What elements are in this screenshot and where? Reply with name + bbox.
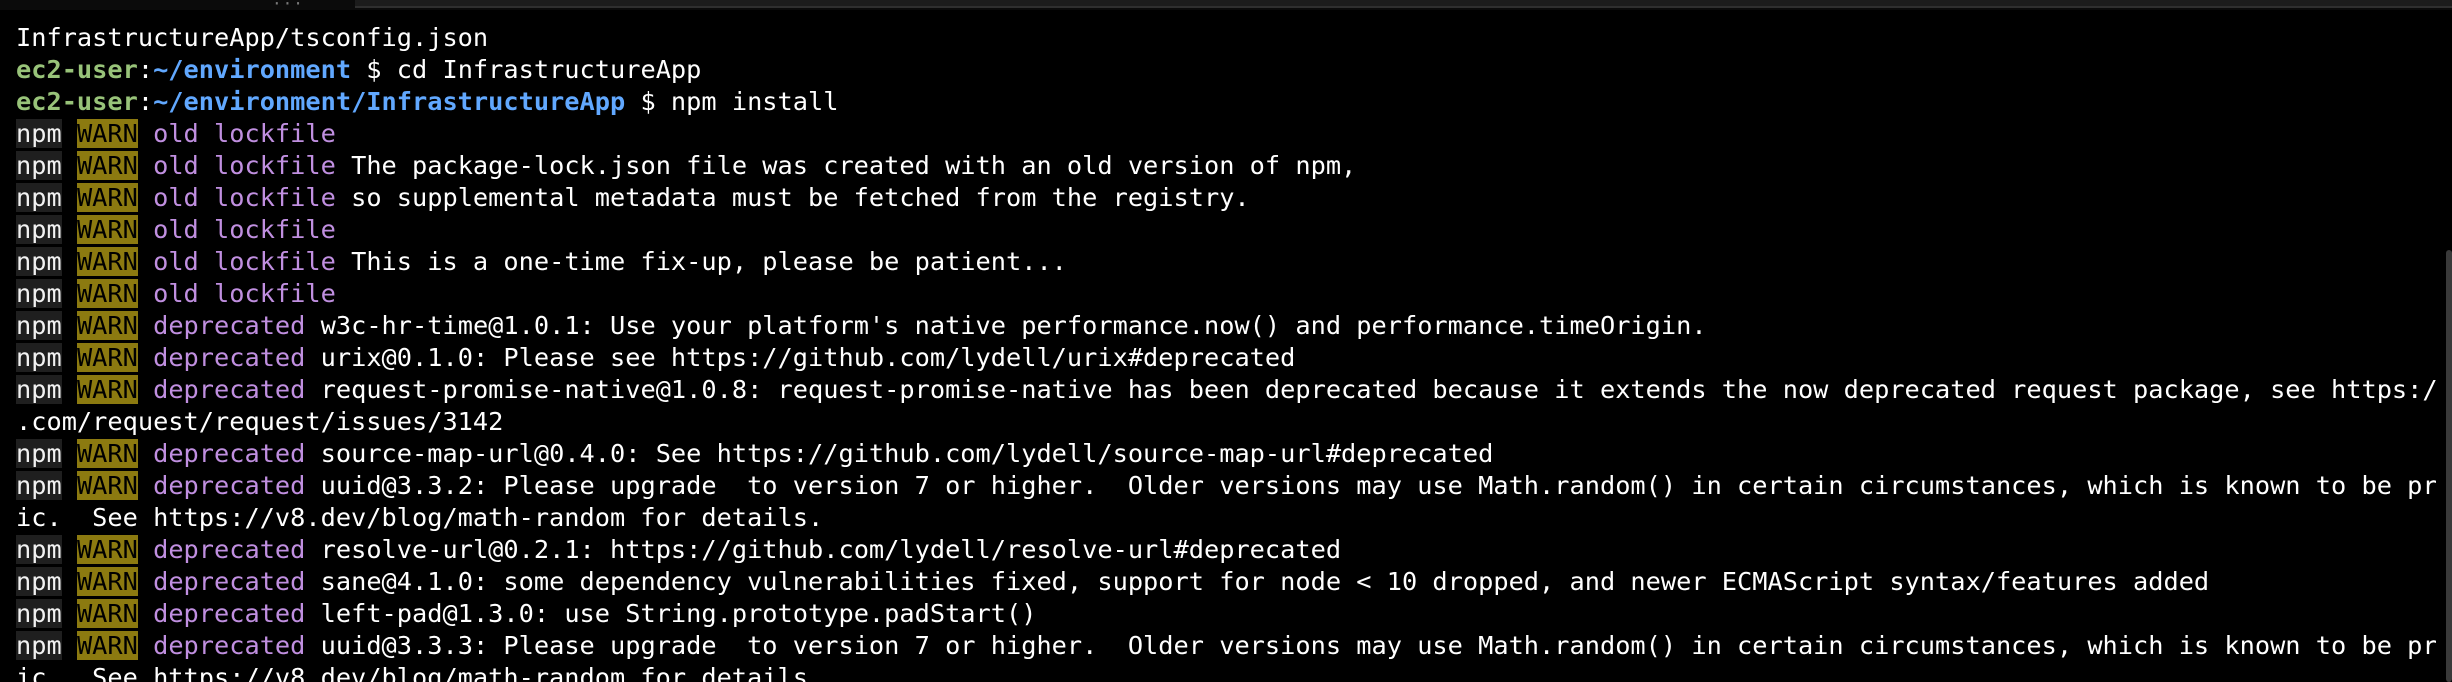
warn-badge: WARN xyxy=(76,631,138,660)
npm-warn-message: uuid@3.3.2: Please upgrade to version 7 … xyxy=(320,471,2436,500)
prompt-user: ec2-user xyxy=(16,87,138,116)
output-text: .com/request/request/issues/3142 xyxy=(16,407,504,436)
npm-warn-message: uuid@3.3.3: Please upgrade to version 7 … xyxy=(320,631,2436,660)
prompt-separator: : xyxy=(137,87,154,116)
terminal-line: npm WARN old lockfile so supplemental me… xyxy=(16,182,2436,214)
terminal-line: npm WARN deprecated source-map-url@0.4.0… xyxy=(16,438,2436,470)
terminal-line: npm WARN deprecated sane@4.1.0: some dep… xyxy=(16,566,2436,598)
npm-warn-message: sane@4.1.0: some dependency vulnerabilit… xyxy=(320,567,2210,596)
npm-warn-tag: deprecated xyxy=(153,599,306,628)
npm-warn-tag: deprecated xyxy=(153,343,306,372)
warn-badge: WARN xyxy=(76,215,138,244)
terminal-line: npm WARN deprecated left-pad@1.3.0: use … xyxy=(16,598,2436,630)
terminal-top-strip: ··· xyxy=(0,0,2452,13)
npm-prefix: npm xyxy=(16,439,62,468)
npm-warn-tag: old lockfile xyxy=(153,183,336,212)
npm-prefix: npm xyxy=(16,535,62,564)
npm-warn-message: so supplemental metadata must be fetched… xyxy=(351,183,1250,212)
output-text: ic. See https://v8.dev/blog/math-random … xyxy=(16,663,824,682)
npm-warn-tag: deprecated xyxy=(153,311,306,340)
warn-badge: WARN xyxy=(76,439,138,468)
npm-prefix: npm xyxy=(16,119,62,148)
npm-warn-tag: deprecated xyxy=(153,535,306,564)
npm-warn-message: resolve-url@0.2.1: https://github.com/ly… xyxy=(320,535,1342,564)
warn-badge: WARN xyxy=(76,151,138,180)
npm-warn-message: left-pad@1.3.0: use String.prototype.pad… xyxy=(320,599,1037,628)
output-text: InfrastructureApp/tsconfig.json xyxy=(16,23,489,52)
terminal-line: ic. See https://v8.dev/blog/math-random … xyxy=(16,502,2436,534)
warn-badge: WARN xyxy=(76,599,138,628)
terminal-line: npm WARN old lockfile xyxy=(16,278,2436,310)
warn-badge: WARN xyxy=(76,567,138,596)
warn-badge: WARN xyxy=(76,535,138,564)
prompt-symbol: $ xyxy=(351,55,397,84)
terminal-output[interactable]: InfrastructureApp/tsconfig.json ec2-user:… xyxy=(16,22,2436,682)
npm-prefix: npm xyxy=(16,567,62,596)
warn-badge: WARN xyxy=(76,375,138,404)
npm-prefix: npm xyxy=(16,599,62,628)
terminal-line: npm WARN deprecated urix@0.1.0: Please s… xyxy=(16,342,2436,374)
npm-warn-tag: old lockfile xyxy=(153,119,336,148)
npm-prefix: npm xyxy=(16,215,62,244)
terminal-line: npm WARN old lockfile This is a one-time… xyxy=(16,246,2436,278)
terminal-line: npm WARN old lockfile The package-lock.j… xyxy=(16,150,2436,182)
npm-warn-message: source-map-url@0.4.0: See https://github… xyxy=(320,439,1494,468)
npm-warn-tag: old lockfile xyxy=(153,215,336,244)
output-text: ic. See https://v8.dev/blog/math-random … xyxy=(16,503,824,532)
npm-warn-tag: old lockfile xyxy=(153,151,336,180)
npm-warn-tag: deprecated xyxy=(153,439,306,468)
ellipsis-icon: ··· xyxy=(272,0,304,13)
npm-prefix: npm xyxy=(16,375,62,404)
npm-warn-tag: old lockfile xyxy=(153,279,336,308)
npm-warn-tag: deprecated xyxy=(153,375,306,404)
npm-warn-message: The package-lock.json file was created w… xyxy=(351,151,1357,180)
warn-badge: WARN xyxy=(76,311,138,340)
npm-prefix: npm xyxy=(16,631,62,660)
terminal-line: InfrastructureApp/tsconfig.json xyxy=(16,22,2436,54)
prompt-separator: : xyxy=(137,55,154,84)
prompt-user: ec2-user xyxy=(16,55,138,84)
npm-prefix: npm xyxy=(16,343,62,372)
npm-warn-tag: deprecated xyxy=(153,631,306,660)
npm-prefix: npm xyxy=(16,151,62,180)
terminal-line: npm WARN deprecated uuid@3.3.3: Please u… xyxy=(16,630,2436,662)
terminal-line: npm WARN old lockfile xyxy=(16,214,2436,246)
warn-badge: WARN xyxy=(76,343,138,372)
npm-warn-tag: deprecated xyxy=(153,471,306,500)
terminal-line: ec2-user:~/environment $ cd Infrastructu… xyxy=(16,54,2436,86)
terminal-line: npm WARN old lockfile xyxy=(16,118,2436,150)
terminal-line: npm WARN deprecated w3c-hr-time@1.0.1: U… xyxy=(16,310,2436,342)
npm-prefix: npm xyxy=(16,247,62,276)
npm-warn-message: urix@0.1.0: Please see https://github.co… xyxy=(320,343,1296,372)
terminal-line: ec2-user:~/environment/InfrastructureApp… xyxy=(16,86,2436,118)
npm-prefix: npm xyxy=(16,183,62,212)
npm-warn-message: w3c-hr-time@1.0.1: Use your platform's n… xyxy=(320,311,1707,340)
terminal-header-bar xyxy=(355,0,2452,8)
npm-prefix: npm xyxy=(16,471,62,500)
npm-prefix: npm xyxy=(16,311,62,340)
warn-badge: WARN xyxy=(76,119,138,148)
prompt-command: cd InfrastructureApp xyxy=(396,55,702,84)
prompt-path: ~/environment xyxy=(153,55,352,84)
terminal-line: ic. See https://v8.dev/blog/math-random … xyxy=(16,662,2436,682)
prompt-symbol: $ xyxy=(625,87,671,116)
prompt-path: ~/environment/InfrastructureApp xyxy=(153,87,626,116)
terminal-line: npm WARN deprecated uuid@3.3.2: Please u… xyxy=(16,470,2436,502)
prompt-command: npm install xyxy=(670,87,839,116)
npm-prefix: npm xyxy=(16,279,62,308)
terminal-scrollbar[interactable] xyxy=(2446,250,2452,682)
npm-warn-message: request-promise-native@1.0.8: request-pr… xyxy=(320,375,2436,404)
warn-badge: WARN xyxy=(76,471,138,500)
terminal-line: .com/request/request/issues/3142 xyxy=(16,406,2436,438)
warn-badge: WARN xyxy=(76,247,138,276)
warn-badge: WARN xyxy=(76,279,138,308)
terminal-line: npm WARN deprecated resolve-url@0.2.1: h… xyxy=(16,534,2436,566)
npm-warn-tag: old lockfile xyxy=(153,247,336,276)
terminal-line: npm WARN deprecated request-promise-nati… xyxy=(16,374,2436,406)
npm-warn-tag: deprecated xyxy=(153,567,306,596)
npm-warn-message: This is a one-time fix-up, please be pat… xyxy=(351,247,1067,276)
warn-badge: WARN xyxy=(76,183,138,212)
